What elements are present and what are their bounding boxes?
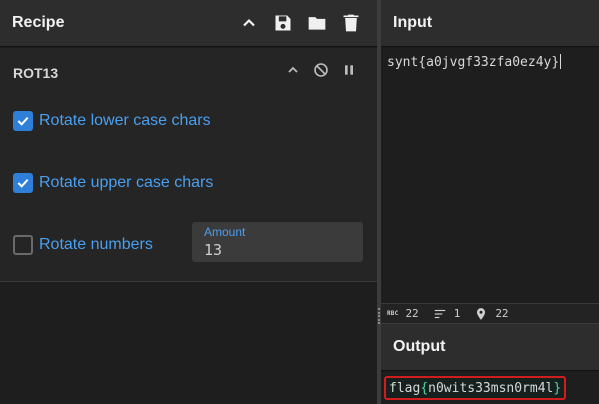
- lines-value: 1: [453, 307, 461, 320]
- rotate-upper-label[interactable]: Rotate upper case chars: [39, 174, 213, 192]
- output-open-brace: {: [420, 380, 429, 396]
- input-header: Input: [381, 0, 599, 47]
- amount-field[interactable]: Amount 13: [192, 222, 363, 262]
- rotate-numbers-checkbox[interactable]: [13, 235, 33, 255]
- output-area[interactable]: flag{n0wits33msn0rm4l}: [381, 372, 599, 404]
- amount-label: Amount: [204, 225, 246, 239]
- text-caret: [560, 54, 562, 69]
- output-header: Output: [381, 324, 599, 371]
- position-stat: 22: [474, 307, 509, 321]
- input-text: synt{a0jvgf33zfa0ez4y}: [387, 55, 560, 70]
- abc-icon: RBC: [387, 310, 399, 317]
- disable-icon[interactable]: [313, 62, 329, 78]
- rotate-upper-option[interactable]: Rotate upper case chars: [13, 173, 213, 193]
- length-value: 22: [405, 307, 419, 320]
- rotate-numbers-label[interactable]: Rotate numbers: [39, 236, 153, 254]
- output-highlight: flag{n0wits33msn0rm4l}: [384, 376, 567, 400]
- lines-icon: [434, 309, 445, 318]
- input-title: Input: [393, 14, 433, 31]
- location-pin-icon: [477, 307, 486, 320]
- operation-title: ROT13: [13, 65, 59, 81]
- recipe-pane: Recipe ROT13 Rotate lower case chars Rot…: [0, 0, 377, 404]
- rotate-numbers-option[interactable]: Rotate numbers: [13, 235, 153, 255]
- position-value: 22: [495, 307, 509, 320]
- lines-stat: 1: [433, 307, 461, 321]
- rotate-upper-checkbox[interactable]: [13, 173, 33, 193]
- recipe-header: Recipe: [0, 0, 377, 47]
- output-prefix: flag: [389, 380, 421, 396]
- pause-icon[interactable]: [341, 62, 357, 78]
- output-title: Output: [393, 338, 446, 355]
- amount-input[interactable]: 13: [204, 241, 222, 259]
- rotate-lower-checkbox[interactable]: [13, 111, 33, 131]
- check-icon: [17, 178, 29, 188]
- output-body: n0wits33msn0rm4l: [428, 380, 554, 396]
- chevron-up-icon[interactable]: [285, 62, 301, 78]
- output-close-brace: }: [553, 380, 562, 396]
- rotate-lower-option[interactable]: Rotate lower case chars: [13, 111, 211, 131]
- input-textarea[interactable]: synt{a0jvgf33zfa0ez4y}: [381, 48, 599, 303]
- rotate-lower-label[interactable]: Rotate lower case chars: [39, 112, 211, 130]
- folder-icon[interactable]: [307, 13, 327, 33]
- recipe-title: Recipe: [12, 14, 65, 31]
- save-icon[interactable]: [273, 13, 293, 33]
- chevron-up-icon[interactable]: [239, 13, 259, 33]
- length-stat: RBC 22: [387, 307, 419, 320]
- trash-icon[interactable]: [341, 13, 361, 33]
- input-status-bar: RBC 22 1 22: [381, 303, 599, 324]
- check-icon: [17, 116, 29, 126]
